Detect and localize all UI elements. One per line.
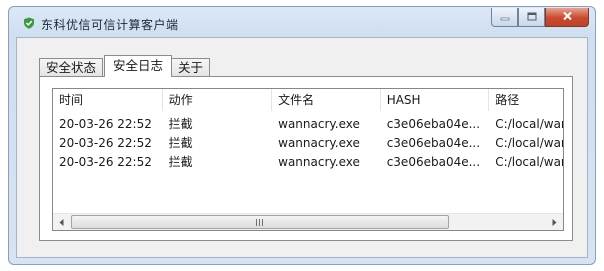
- column-header-hash[interactable]: HASH: [381, 89, 490, 111]
- minimize-button[interactable]: [491, 8, 518, 27]
- cell-path: C:/local/wanna: [495, 155, 563, 169]
- shield-icon: [23, 17, 35, 29]
- cell-action: 拦截: [168, 136, 193, 150]
- cell-time: 20-03-26 22:52: [59, 155, 152, 169]
- arrow-right-icon: [552, 215, 557, 229]
- table-row[interactable]: 20-03-26 22:52 拦截 wannacry.exe c3e06eba0…: [53, 134, 563, 153]
- list-header: 时间 动作 文件名 HASH 路径: [53, 89, 563, 111]
- horizontal-scrollbar[interactable]: [53, 213, 563, 230]
- tab-about[interactable]: 关于: [171, 58, 211, 77]
- cell-filename: wannacry.exe: [278, 117, 360, 131]
- tab-security-status[interactable]: 安全状态: [39, 58, 104, 77]
- column-header-filename[interactable]: 文件名: [272, 89, 381, 111]
- close-button[interactable]: [545, 8, 589, 27]
- arrow-left-icon: [59, 215, 64, 229]
- log-list[interactable]: 时间 动作 文件名 HASH 路径 20-03-26 22:52 拦截 wann…: [52, 88, 564, 231]
- tab-security-log[interactable]: 安全日志: [104, 55, 173, 77]
- cell-path: C:/local/wanna: [495, 117, 563, 131]
- column-header-path[interactable]: 路径: [489, 89, 563, 111]
- scrollbar-thumb[interactable]: [71, 215, 449, 229]
- cell-time: 20-03-26 22:52: [59, 136, 152, 150]
- cell-filename: wannacry.exe: [278, 155, 360, 169]
- grip-icon: [256, 219, 264, 226]
- scroll-left-button[interactable]: [53, 214, 70, 230]
- list-rows: 20-03-26 22:52 拦截 wannacry.exe c3e06eba0…: [53, 115, 563, 172]
- cell-hash: c3e06eba04e...: [386, 136, 481, 150]
- cell-action: 拦截: [168, 117, 193, 131]
- tab-panel: 时间 动作 文件名 HASH 路径 20-03-26 22:52 拦截 wann…: [39, 76, 573, 241]
- window-title: 东科优信可信计算客户端: [41, 18, 179, 32]
- cell-action: 拦截: [168, 155, 193, 169]
- cell-path: C:/local/wanna: [495, 136, 563, 150]
- minimize-icon: [500, 10, 510, 24]
- scroll-right-button[interactable]: [546, 214, 563, 230]
- cell-hash: c3e06eba04e...: [386, 117, 481, 131]
- table-row[interactable]: 20-03-26 22:52 拦截 wannacry.exe c3e06eba0…: [53, 115, 563, 134]
- client-area: 安全状态 安全日志 关于 时间 动作 文件名 HASH 路径 20-03-26 …: [16, 37, 588, 258]
- tab-strip: 安全状态 安全日志 关于: [39, 55, 211, 77]
- table-row[interactable]: 20-03-26 22:52 拦截 wannacry.exe c3e06eba0…: [53, 153, 563, 172]
- app-window: 东科优信可信计算客户端 安全状态 安全日志 关于 时间 动作 文件名 HASH …: [8, 6, 596, 265]
- maximize-button[interactable]: [518, 8, 545, 27]
- cell-hash: c3e06eba04e...: [386, 155, 481, 169]
- caption-buttons: [491, 8, 589, 28]
- column-header-time[interactable]: 时间: [53, 89, 163, 111]
- column-header-action[interactable]: 动作: [163, 89, 273, 111]
- cell-time: 20-03-26 22:52: [59, 117, 152, 131]
- close-icon: [562, 10, 573, 24]
- title-bar[interactable]: 东科优信可信计算客户端: [9, 7, 595, 37]
- cell-filename: wannacry.exe: [278, 136, 360, 150]
- maximize-icon: [527, 10, 537, 24]
